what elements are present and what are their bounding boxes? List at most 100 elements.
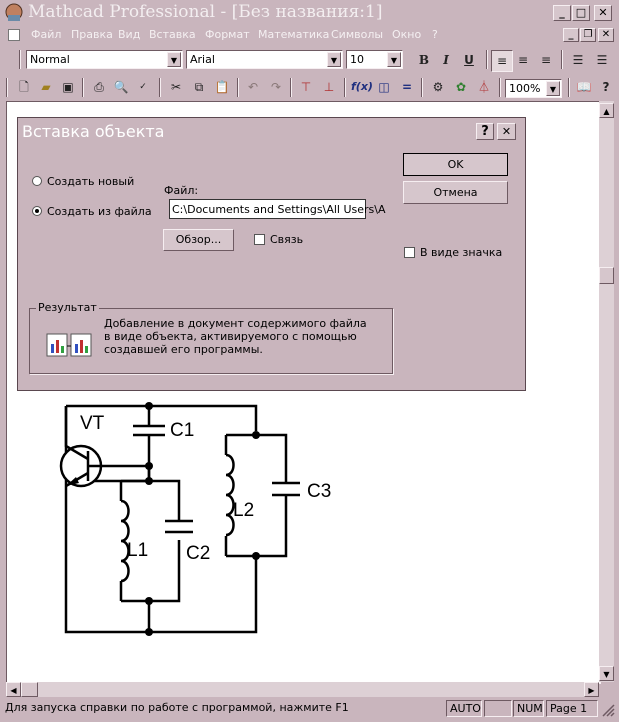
- horizontal-scrollbar[interactable]: [6, 682, 599, 697]
- ok-button[interactable]: OK: [403, 153, 508, 176]
- network-icon[interactable]: ⏃: [474, 77, 494, 97]
- toolbar-separator: [290, 78, 292, 97]
- toolbar-separator: [486, 50, 488, 69]
- create-new-radio[interactable]: [32, 176, 42, 186]
- scroll-right-icon[interactable]: ▶: [584, 682, 599, 697]
- label-l1: L1: [127, 540, 149, 561]
- font-value: Arial: [190, 53, 215, 66]
- align-right-icon[interactable]: ≡: [536, 50, 556, 70]
- menu-view[interactable]: Вид: [118, 28, 140, 41]
- status-help-text: Для запуска справки по работе с программ…: [5, 701, 349, 714]
- create-new-label[interactable]: Создать новый: [47, 175, 134, 188]
- chevron-down-icon[interactable]: ▼: [167, 52, 181, 67]
- align-top-icon[interactable]: ⊤: [296, 77, 316, 97]
- numbered-list-icon[interactable]: ☰: [592, 50, 612, 70]
- scroll-down-icon[interactable]: ▼: [599, 666, 614, 681]
- style-value: Normal: [30, 53, 70, 66]
- vertical-scrollbar[interactable]: [599, 101, 614, 682]
- link-label[interactable]: Связь: [270, 233, 303, 246]
- file-label: Файл:: [164, 184, 199, 197]
- status-page: Page 1: [546, 700, 598, 717]
- toolbar-separator: [561, 50, 563, 69]
- italic-button[interactable]: I: [436, 50, 456, 70]
- chevron-down-icon[interactable]: ▼: [327, 52, 341, 67]
- create-from-file-label[interactable]: Создать из файла: [47, 205, 152, 218]
- align-bottom-icon[interactable]: ⊥: [319, 77, 339, 97]
- print-preview-icon[interactable]: 🔍: [111, 77, 131, 97]
- cancel-button[interactable]: Отмена: [403, 181, 508, 204]
- app-icon[interactable]: [4, 3, 24, 23]
- align-left-icon[interactable]: ≡: [491, 50, 513, 72]
- spell-check-icon[interactable]: ✓: [133, 77, 153, 97]
- insert-unit-icon[interactable]: ◫: [374, 77, 394, 97]
- menu-symbols[interactable]: Символы: [331, 28, 383, 41]
- save-icon[interactable]: ▣: [58, 77, 78, 97]
- new-file-icon[interactable]: 🗋: [14, 77, 34, 97]
- chevron-down-icon[interactable]: ▼: [387, 52, 401, 67]
- menu-help[interactable]: ?: [432, 28, 438, 41]
- label-vt: VT: [80, 413, 105, 434]
- scroll-up-icon[interactable]: ▲: [599, 103, 614, 118]
- resources-icon[interactable]: ✿: [451, 77, 471, 97]
- horizontal-scroll-thumb[interactable]: [21, 682, 38, 697]
- insert-component-icon[interactable]: ⚙: [428, 77, 448, 97]
- undo-icon[interactable]: ↶: [243, 77, 263, 97]
- close-icon[interactable]: ✕: [594, 5, 612, 21]
- label-c2: C2: [186, 543, 211, 564]
- chevron-down-icon[interactable]: ▼: [546, 81, 560, 96]
- create-from-file-radio[interactable]: [32, 206, 42, 216]
- chart-object-icon: [45, 328, 93, 360]
- link-checkbox[interactable]: [254, 234, 265, 245]
- menu-window[interactable]: Окно: [392, 28, 421, 41]
- calculate-icon[interactable]: =: [397, 77, 417, 97]
- as-icon-label[interactable]: В виде значка: [420, 246, 502, 259]
- menu-math[interactable]: Математика: [258, 28, 329, 41]
- dialog-close-button[interactable]: ✕: [497, 123, 516, 140]
- minimize-icon[interactable]: _: [553, 5, 571, 21]
- redo-icon[interactable]: ↷: [266, 77, 286, 97]
- vertical-scroll-thumb[interactable]: [599, 267, 614, 284]
- size-select[interactable]: 10 ▼: [346, 50, 403, 69]
- label-c1: C1: [170, 420, 195, 441]
- status-num: NUM: [513, 700, 544, 717]
- maximize-icon[interactable]: □: [572, 5, 590, 21]
- result-text-line-3: создавшей его программы.: [104, 343, 263, 356]
- browse-button[interactable]: Обзор...: [163, 229, 234, 251]
- bullet-list-icon[interactable]: ☰: [568, 50, 588, 70]
- window-title: Mathcad Professional - [Без названия:1]: [28, 2, 383, 22]
- menu-format[interactable]: Формат: [205, 28, 250, 41]
- menu-edit[interactable]: Правка: [71, 28, 113, 41]
- file-path-input[interactable]: C:\Documents and Settings\All Users\A: [169, 199, 386, 219]
- open-folder-icon[interactable]: ▰: [36, 77, 56, 97]
- mdi-minimize-icon[interactable]: _: [563, 28, 579, 42]
- insert-function-icon[interactable]: f(x): [351, 77, 373, 97]
- toolbar-separator: [421, 78, 423, 97]
- align-center-icon[interactable]: ≡: [513, 50, 533, 70]
- toolbar-separator: [237, 78, 239, 97]
- mdi-close-icon[interactable]: ✕: [598, 28, 614, 42]
- file-path-value: C:\Documents and Settings\All Users\A: [172, 203, 386, 216]
- zoom-select[interactable]: 100% ▼: [505, 79, 562, 98]
- paste-icon[interactable]: 📋: [212, 77, 232, 97]
- resize-grip-icon[interactable]: [601, 703, 615, 717]
- size-value: 10: [350, 53, 364, 66]
- underline-button[interactable]: U: [459, 50, 479, 70]
- resource-center-icon[interactable]: 📖: [574, 77, 594, 97]
- help-icon[interactable]: ?: [596, 77, 616, 97]
- print-icon[interactable]: ⎙: [89, 77, 109, 97]
- copy-icon[interactable]: ⧉: [189, 77, 209, 97]
- dialog-help-button[interactable]: ?: [476, 123, 494, 140]
- menu-file[interactable]: Файл: [31, 28, 61, 41]
- scroll-left-icon[interactable]: ◀: [6, 682, 21, 697]
- font-select[interactable]: Arial ▼: [186, 50, 343, 69]
- dialog-title: Вставка объекта: [22, 122, 165, 141]
- style-select[interactable]: Normal ▼: [26, 50, 183, 69]
- status-auto: AUTO: [446, 700, 482, 717]
- zoom-value: 100%: [509, 82, 541, 95]
- mdi-restore-icon[interactable]: ❐: [580, 28, 596, 42]
- document-icon[interactable]: [8, 29, 20, 41]
- bold-button[interactable]: B: [414, 50, 434, 70]
- menu-insert[interactable]: Вставка: [149, 28, 196, 41]
- cut-icon[interactable]: ✂: [166, 77, 186, 97]
- as-icon-checkbox[interactable]: [404, 247, 415, 258]
